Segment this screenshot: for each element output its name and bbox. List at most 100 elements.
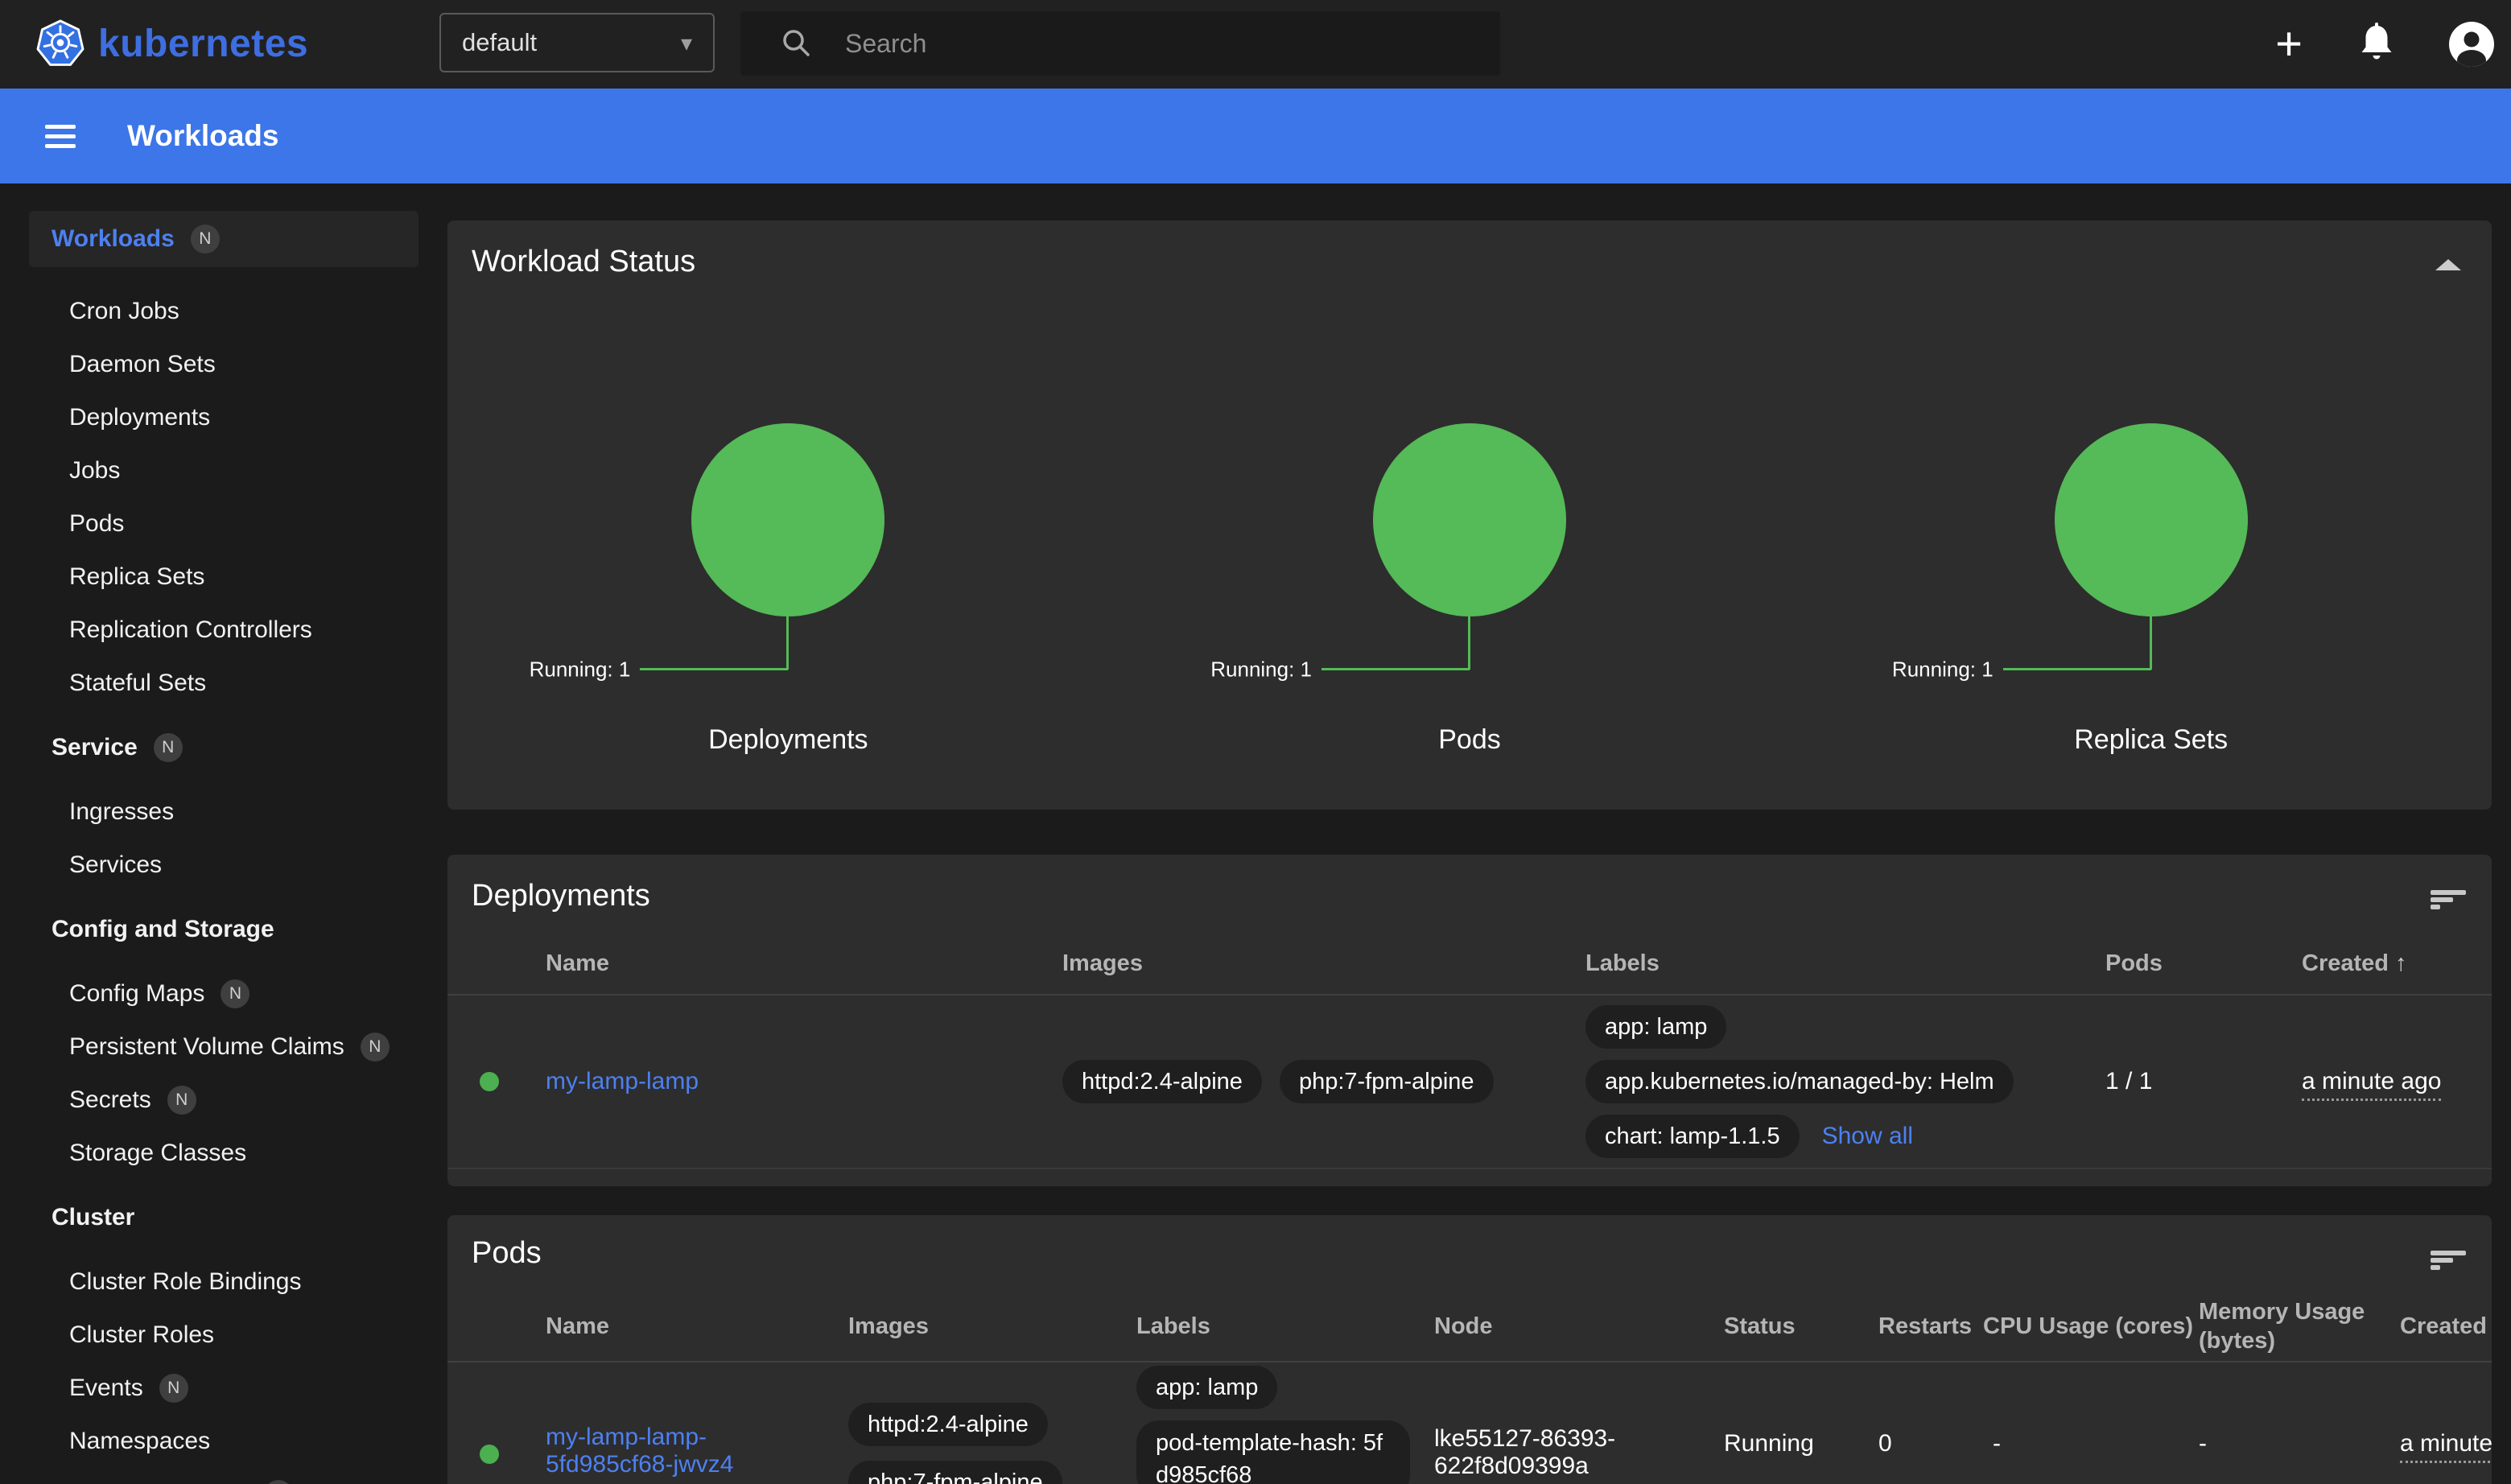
deployment-table-row: my-lamp-lamp httpd:2.4-alpine php:7-fpm-… [447, 996, 2492, 1169]
replica-sets-pie-chart [2055, 423, 2248, 616]
status-cell: Running [1724, 1430, 1872, 1457]
column-header-name[interactable]: Name [546, 950, 1062, 977]
show-all-link[interactable]: Show all [1822, 1123, 1913, 1150]
sidebar-item-cluster-roles[interactable]: Cluster Roles [0, 1309, 447, 1362]
column-header-images: Images [848, 1312, 1136, 1341]
menu-button[interactable] [45, 119, 76, 154]
labels-cell: app: lamp app.kubernetes.io/managed-by: … [1585, 1005, 2105, 1158]
sidebar-item-network-policies[interactable]: Network Policies N [0, 1468, 447, 1484]
n-badge: N [154, 733, 183, 762]
label-chip: app: lamp [1585, 1005, 1726, 1049]
sidebar-item-namespaces[interactable]: Namespaces [0, 1415, 447, 1468]
filter-icon [2431, 888, 2466, 912]
namespace-select[interactable]: default ▾ [439, 13, 715, 72]
sidebar-item-cluster-role-bindings[interactable]: Cluster Role Bindings [0, 1255, 447, 1309]
pods-count-cell: 1 / 1 [2105, 1068, 2302, 1095]
images-cell: httpd:2.4-alpine php:7-fpm-alpine [848, 1403, 1120, 1484]
sidebar-item-replica-sets[interactable]: Replica Sets [0, 550, 447, 604]
status-ok-dot [480, 1072, 499, 1091]
filter-button[interactable] [2429, 884, 2468, 916]
avatar-icon [2448, 21, 2495, 68]
sidebar-item-secrets[interactable]: Secrets N [0, 1074, 447, 1127]
sidebar-item-workloads[interactable]: Workloads N [29, 211, 418, 267]
pods-card: Pods Name Images Labels Node Status Rest… [447, 1215, 2492, 1484]
column-header-images: Images [1062, 950, 1585, 977]
leader-line [640, 668, 788, 670]
sidebar-item-persistent-volume-claims[interactable]: Persistent Volume Claims N [0, 1020, 447, 1074]
page-title: Workloads [127, 119, 278, 153]
pods-chart: Running: 1 Pods [1129, 221, 1811, 810]
chart-annotation: Running: 1 [530, 657, 631, 682]
sidebar-nav: Workloads N Cron Jobs Daemon Sets Deploy… [0, 183, 447, 1484]
sidebar-item-daemon-sets[interactable]: Daemon Sets [0, 338, 447, 391]
created-timestamp: a minute ago [2400, 1430, 2492, 1463]
sidebar-item-config-and-storage[interactable]: Config and Storage [0, 903, 447, 956]
workload-status-charts: Running: 1 Deployments Running: 1 Pods R… [447, 221, 2492, 810]
column-header-created[interactable]: Created ↑ [2379, 1312, 2492, 1341]
cpu-usage-cell: - [1977, 1430, 2178, 1457]
column-header-restarts: Restarts [1872, 1312, 1977, 1341]
filter-icon [2431, 1248, 2466, 1272]
search-bar[interactable] [740, 11, 1500, 76]
sidebar-item-replication-controllers[interactable]: Replication Controllers [0, 604, 447, 657]
leader-line [1321, 668, 1470, 670]
app-bar: Workloads [0, 89, 2511, 183]
sidebar-item-stateful-sets[interactable]: Stateful Sets [0, 657, 447, 710]
sidebar-item-service[interactable]: Service N [0, 721, 447, 774]
leader-line [786, 616, 789, 670]
leader-line [2150, 616, 2152, 670]
sidebar-item-jobs[interactable]: Jobs [0, 444, 447, 497]
chart-annotation: Running: 1 [1892, 657, 1994, 682]
column-header-pods: Pods [2105, 950, 2302, 977]
images-cell: httpd:2.4-alpine php:7-fpm-alpine [1062, 1060, 1585, 1103]
leader-line [2003, 668, 2151, 670]
workload-status-card: Workload Status Running: 1 Deployments R… [447, 221, 2492, 810]
chart-annotation: Running: 1 [1210, 657, 1312, 682]
pod-table-row: my-lamp-lamp-5fd985cf68-jwvz4 httpd:2.4-… [447, 1362, 2492, 1484]
create-resource-button[interactable]: + [2263, 11, 2315, 76]
namespace-value: default [462, 28, 537, 57]
notifications-button[interactable] [2358, 23, 2395, 64]
image-chip: php:7-fpm-alpine [848, 1461, 1062, 1484]
top-bar: kubernetes default ▾ + [0, 0, 2511, 89]
filter-button[interactable] [2429, 1244, 2468, 1276]
sidebar-item-config-maps[interactable]: Config Maps N [0, 967, 447, 1020]
n-badge: N [191, 225, 220, 254]
pods-pie-chart [1373, 423, 1566, 616]
created-timestamp: a minute ago [2302, 1068, 2441, 1101]
memory-usage-cell: - [2178, 1430, 2379, 1457]
sidebar-item-storage-classes[interactable]: Storage Classes [0, 1127, 447, 1180]
sidebar-item-pods[interactable]: Pods [0, 497, 447, 550]
search-input[interactable] [843, 28, 1458, 60]
column-header-labels: Labels [1585, 950, 2105, 977]
image-chip: php:7-fpm-alpine [1280, 1060, 1494, 1103]
column-header-name[interactable]: Name [546, 1312, 848, 1341]
sidebar-item-cluster[interactable]: Cluster [0, 1191, 447, 1244]
sidebar-item-ingresses[interactable]: Ingresses [0, 785, 447, 839]
plus-icon: + [2275, 17, 2303, 71]
deployment-name-link[interactable]: my-lamp-lamp [546, 1068, 699, 1094]
column-header-created[interactable]: Created ↑ [2302, 950, 2492, 977]
restarts-cell: 0 [1872, 1430, 1977, 1457]
sidebar-item-events[interactable]: Events N [0, 1362, 447, 1415]
sidebar-item-deployments[interactable]: Deployments [0, 391, 447, 444]
node-cell: lke55127-86393-622f8d09399a [1434, 1425, 1724, 1480]
n-badge: N [221, 979, 249, 1008]
kubernetes-logo-icon [35, 19, 85, 68]
user-menu-button[interactable] [2448, 21, 2495, 68]
kubernetes-home-link[interactable]: kubernetes [35, 19, 308, 68]
column-header-node: Node [1434, 1312, 1724, 1341]
sidebar-item-cron-jobs[interactable]: Cron Jobs [0, 285, 447, 338]
caret-down-icon: ▾ [681, 30, 692, 56]
logo-wordmark: kubernetes [98, 22, 308, 66]
sidebar-item-services[interactable]: Services [0, 839, 447, 892]
chart-label: Pods [1129, 724, 1811, 756]
pod-name-link[interactable]: my-lamp-lamp-5fd985cf68-jwvz4 [546, 1424, 733, 1478]
chart-label: Deployments [447, 724, 1129, 756]
status-ok-dot [480, 1445, 499, 1464]
column-header-status: Status [1724, 1312, 1872, 1341]
main-content: Workload Status Running: 1 Deployments R… [447, 183, 2492, 1484]
pods-table-header: Name Images Labels Node Status Restarts … [447, 1292, 2492, 1362]
deployments-table-header: Name Images Labels Pods Created ↑ [447, 933, 2492, 996]
column-header-memory-usage: Memory Usage (bytes) [2178, 1297, 2379, 1355]
